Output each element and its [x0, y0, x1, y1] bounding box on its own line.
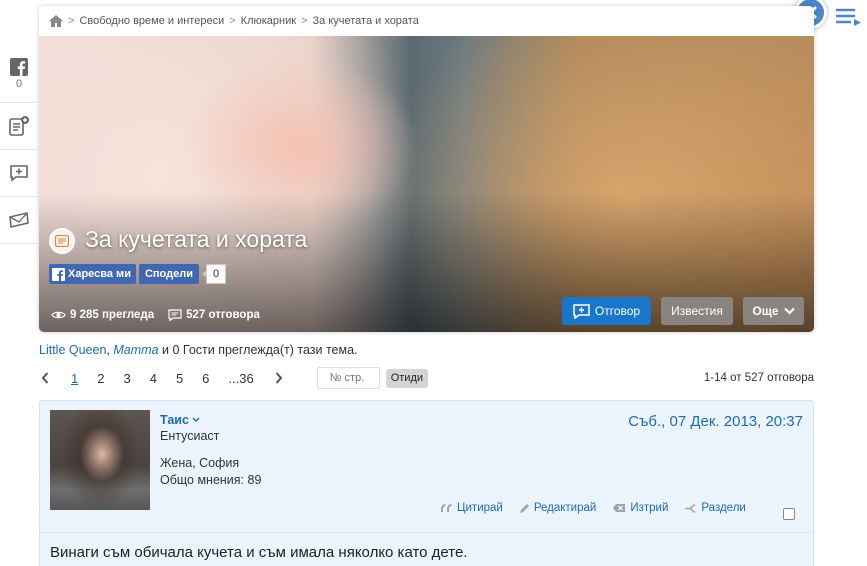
replies-stat: 527 отговора — [168, 309, 260, 321]
topic-stats: 9 285 прегледа 527 отговора — [51, 309, 260, 321]
pagination: 1 2 3 4 5 6 ...36 Отиди 1-14 от 527 отго… — [39, 367, 814, 389]
post-body: Винаги съм обичала кучета и съм имала ня… — [50, 544, 468, 561]
reply-button[interactable]: Отговор — [562, 297, 651, 325]
viewers-text: и 0 Гости преглежда(т) тази тема. — [158, 343, 358, 357]
author-rank: Ентусиаст — [160, 429, 220, 443]
split-icon — [685, 503, 696, 513]
post-actions: Цитирай Редактирай Изтрий Раздели — [441, 502, 746, 514]
social-sidebar: 0 — [0, 45, 38, 244]
more-button[interactable]: Още — [743, 297, 804, 325]
envelope-icon — [9, 212, 29, 228]
quote-icon — [441, 503, 452, 512]
breadcrumb: > Свободно време и интереси > Клюкарник … — [39, 6, 814, 36]
breadcrumb-item-current[interactable]: За кучетата и хората — [313, 15, 419, 27]
topic-type-icon — [49, 228, 75, 254]
facebook-like-count: 0 — [201, 264, 227, 284]
list-menu-icon — [835, 8, 861, 26]
facebook-share-button[interactable]: Сподели — [138, 264, 199, 284]
new-topic-icon — [9, 116, 29, 136]
delete-icon — [613, 504, 626, 512]
facebook-icon — [10, 57, 28, 76]
breadcrumb-item[interactable]: Свободно време и интереси — [79, 15, 224, 27]
author-info: Жена, София — [160, 456, 240, 470]
facebook-buttons: Харесва ми Сподели 0 — [49, 264, 227, 284]
home-icon[interactable] — [49, 15, 63, 27]
new-topic-side-button[interactable] — [0, 103, 38, 150]
views-stat: 9 285 прегледа — [51, 309, 154, 321]
page-link-last[interactable]: ...36 — [228, 371, 253, 386]
author-name[interactable]: Таис — [160, 413, 200, 427]
topic-menu-button[interactable] — [835, 7, 862, 27]
pencil-icon — [519, 503, 529, 513]
next-page-button[interactable] — [273, 372, 285, 384]
notifications-button[interactable]: Известия — [661, 297, 733, 325]
edit-button[interactable]: Редактирай — [519, 502, 596, 514]
page-link[interactable]: 2 — [97, 371, 104, 386]
reply-icon — [10, 165, 28, 182]
chevron-left-icon — [41, 372, 49, 384]
avatar[interactable] — [50, 410, 150, 510]
page-link[interactable]: 6 — [202, 371, 209, 386]
page-number-input[interactable] — [316, 367, 380, 389]
post-divider — [40, 532, 813, 533]
quote-button[interactable]: Цитирай — [441, 502, 503, 514]
go-to-page-button[interactable]: Отиди — [385, 368, 429, 388]
split-button[interactable]: Раздели — [684, 502, 746, 514]
viewer-link[interactable]: Little Queen — [39, 343, 106, 357]
facebook-count: 0 — [15, 77, 23, 90]
page-link[interactable]: 4 — [150, 371, 157, 386]
post-select-checkbox[interactable] — [783, 508, 795, 520]
topic-header: > Свободно време и интереси > Клюкарник … — [39, 6, 814, 332]
topic-viewers: Little Queen, Mamma и 0 Гости преглежда(… — [39, 343, 358, 357]
chevron-down-icon — [192, 417, 200, 422]
breadcrumb-item[interactable]: Клюкарник — [241, 15, 296, 27]
topic-cover-image: За кучетата и хората Харесва ми Сподели … — [39, 36, 814, 332]
post-date[interactable]: Съб., 07 Дек. 2013, 20:37 — [628, 413, 803, 430]
facebook-like-button[interactable]: Харесва ми — [49, 264, 136, 284]
author-post-count: Общо мнения: 89 — [160, 473, 262, 487]
post: Таис Ентусиаст Жена, София Общо мнения: … — [39, 400, 814, 566]
viewer-link[interactable]: Mamma — [113, 343, 158, 357]
page-link[interactable]: 5 — [176, 371, 183, 386]
facebook-share-side[interactable]: 0 — [0, 45, 38, 103]
comment-icon — [168, 309, 182, 321]
prev-page-button[interactable] — [39, 372, 51, 384]
chevron-right-icon — [275, 372, 283, 384]
reply-icon — [573, 303, 590, 319]
replies-range: 1-14 от 527 отговора — [703, 372, 814, 384]
page-title: За кучетата и хората — [85, 226, 308, 252]
message-side-button[interactable] — [0, 197, 38, 244]
facebook-icon — [52, 267, 65, 281]
reply-side-button[interactable] — [0, 150, 38, 197]
delete-button[interactable]: Изтрий — [612, 502, 668, 514]
page-link[interactable]: 3 — [123, 371, 130, 386]
page-link-current[interactable]: 1 — [71, 371, 78, 386]
eye-icon — [51, 311, 66, 319]
chevron-down-icon — [783, 307, 795, 315]
